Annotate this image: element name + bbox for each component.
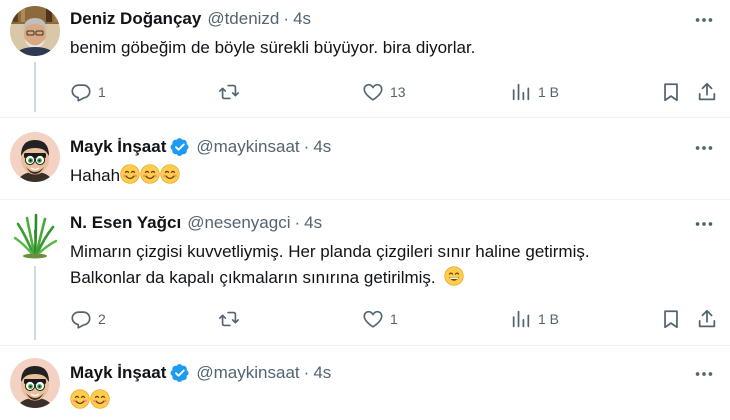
retweet-button[interactable] [218,307,240,331]
username[interactable]: @tdenizd [207,9,279,29]
username[interactable]: @maykinsaat [196,363,299,383]
smiling-face-emoji [160,164,180,184]
reply-count: 2 [98,311,106,327]
smiling-face-emoji [120,164,140,184]
bookmark-icon [660,81,682,103]
reply-button[interactable]: 2 [70,307,106,331]
views-icon [510,308,532,330]
reply-icon [70,308,92,330]
thread-line [34,62,36,112]
bookmark-icon [660,308,682,330]
username[interactable]: @maykinsaat [196,137,299,157]
like-icon [362,81,384,103]
grinning-face-emoji [444,266,464,286]
smiling-face-emoji [140,164,160,184]
retweet-button[interactable] [218,80,240,104]
like-icon [362,308,384,330]
views-button[interactable]: 1 B [510,307,559,331]
timestamp[interactable]: 4s [304,213,322,233]
tweet[interactable]: N. Esen Yağcı @nesenyagci · 4s Mimarın ç… [0,200,730,340]
more-icon[interactable] [692,212,716,236]
display-name[interactable]: N. Esen Yağcı [70,213,181,233]
bookmark-button[interactable] [660,80,682,104]
avatar[interactable] [10,210,60,260]
tweet-text: benim göbeğim de böyle sürekli büyüyor. … [70,38,476,57]
views-button[interactable]: 1 B [510,80,559,104]
action-bar: 2 1 1 B [70,307,720,331]
tweet[interactable]: Mayk İnşaat @maykinsaat · 4s Hahah [0,118,730,198]
tweet[interactable]: Deniz Doğançay @tdenizd · 4s benim göbeğ… [0,0,730,112]
tweet-text-content: Hahah [70,166,121,185]
tweet-header: Mayk İnşaat @maykinsaat · 4s [70,362,331,384]
thread-line [34,266,36,340]
retweet-icon [218,81,240,103]
share-icon [696,81,718,103]
share-button[interactable] [696,307,718,331]
like-count: 1 [390,311,398,327]
tweet-text [70,388,110,414]
separator-dot: · [303,363,310,382]
share-button[interactable] [696,80,718,104]
avatar[interactable] [10,358,60,408]
tweet-text-content: Balkonlar da kapalı çıkmaların sınırına … [70,268,436,287]
more-icon[interactable] [692,8,716,32]
tweet-header: N. Esen Yağcı @nesenyagci · 4s [70,212,322,234]
more-icon[interactable] [692,362,716,386]
smiling-face-emoji [90,389,110,409]
like-button[interactable]: 13 [362,80,406,104]
reply-icon [70,81,92,103]
tweet[interactable]: Mayk İnşaat @maykinsaat · 4s [0,346,730,420]
tweet-text: Mimarın çizgisi kuvvetliymiş. Her planda… [70,242,590,261]
like-button[interactable]: 1 [362,307,398,331]
avatar[interactable] [10,6,60,56]
timestamp[interactable]: 4s [293,9,311,29]
retweet-icon [218,308,240,330]
separator-dot: · [303,137,310,156]
like-count: 13 [390,84,406,100]
verified-badge-icon [170,137,190,157]
tweet-header: Mayk İnşaat @maykinsaat · 4s [70,136,331,158]
more-icon[interactable] [692,136,716,160]
tweet-text: Hahah [70,163,180,189]
separator-dot: · [283,9,290,28]
bookmark-button[interactable] [660,307,682,331]
views-count: 1 B [538,84,560,100]
reply-button[interactable]: 1 [70,80,106,104]
views-icon [510,81,532,103]
smiling-face-emoji [70,389,90,409]
username[interactable]: @nesenyagci [187,213,290,233]
avatar[interactable] [10,132,60,182]
separator-dot: · [294,213,301,232]
action-bar: 1 13 1 B [70,80,720,104]
reply-count: 1 [98,84,106,100]
timestamp[interactable]: 4s [313,137,331,157]
display-name[interactable]: Mayk İnşaat [70,363,166,383]
timestamp[interactable]: 4s [313,363,331,383]
tweet-header: Deniz Doğançay @tdenizd · 4s [70,8,311,30]
display-name[interactable]: Mayk İnşaat [70,137,166,157]
display-name[interactable]: Deniz Doğançay [70,9,201,29]
share-icon [696,308,718,330]
tweet-text: Balkonlar da kapalı çıkmaların sınırına … [70,265,464,291]
verified-badge-icon [170,363,190,383]
views-count: 1 B [538,311,560,327]
